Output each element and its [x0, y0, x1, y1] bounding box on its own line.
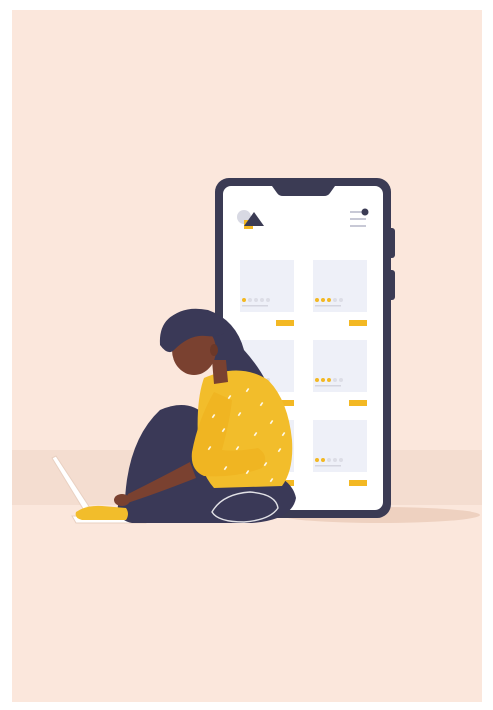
star-empty-icon	[260, 298, 264, 302]
product-text-line	[315, 385, 341, 387]
product-image-placeholder	[313, 260, 367, 312]
phone-notch	[272, 186, 335, 196]
star-empty-icon	[333, 298, 337, 302]
star-filled-icon	[315, 298, 319, 302]
add-to-cart-button[interactable]	[349, 320, 367, 326]
star-filled-icon	[327, 298, 331, 302]
star-empty-icon	[266, 298, 270, 302]
ear	[210, 344, 218, 356]
neck	[212, 360, 228, 384]
product-image-placeholder	[313, 340, 367, 392]
product-text-line	[315, 305, 341, 307]
star-empty-icon	[248, 298, 252, 302]
star-empty-icon	[339, 378, 343, 382]
star-filled-icon	[242, 298, 246, 302]
shopping-app-illustration	[12, 178, 482, 524]
star-filled-icon	[321, 298, 325, 302]
star-filled-icon	[315, 378, 319, 382]
star-filled-icon	[321, 458, 325, 462]
add-to-cart-button[interactable]	[349, 400, 367, 406]
product-text-line	[242, 305, 268, 307]
star-filled-icon	[321, 378, 325, 382]
product-image-placeholder	[240, 260, 294, 312]
star-empty-icon	[254, 298, 258, 302]
star-empty-icon	[333, 378, 337, 382]
star-empty-icon	[327, 458, 331, 462]
star-filled-icon	[327, 378, 331, 382]
star-empty-icon	[339, 298, 343, 302]
product-text-line	[315, 465, 341, 467]
star-empty-icon	[339, 458, 343, 462]
star-filled-icon	[315, 458, 319, 462]
add-to-cart-button[interactable]	[276, 320, 294, 326]
product-image-placeholder	[313, 420, 367, 472]
star-empty-icon	[333, 458, 337, 462]
add-to-cart-button[interactable]	[349, 480, 367, 486]
